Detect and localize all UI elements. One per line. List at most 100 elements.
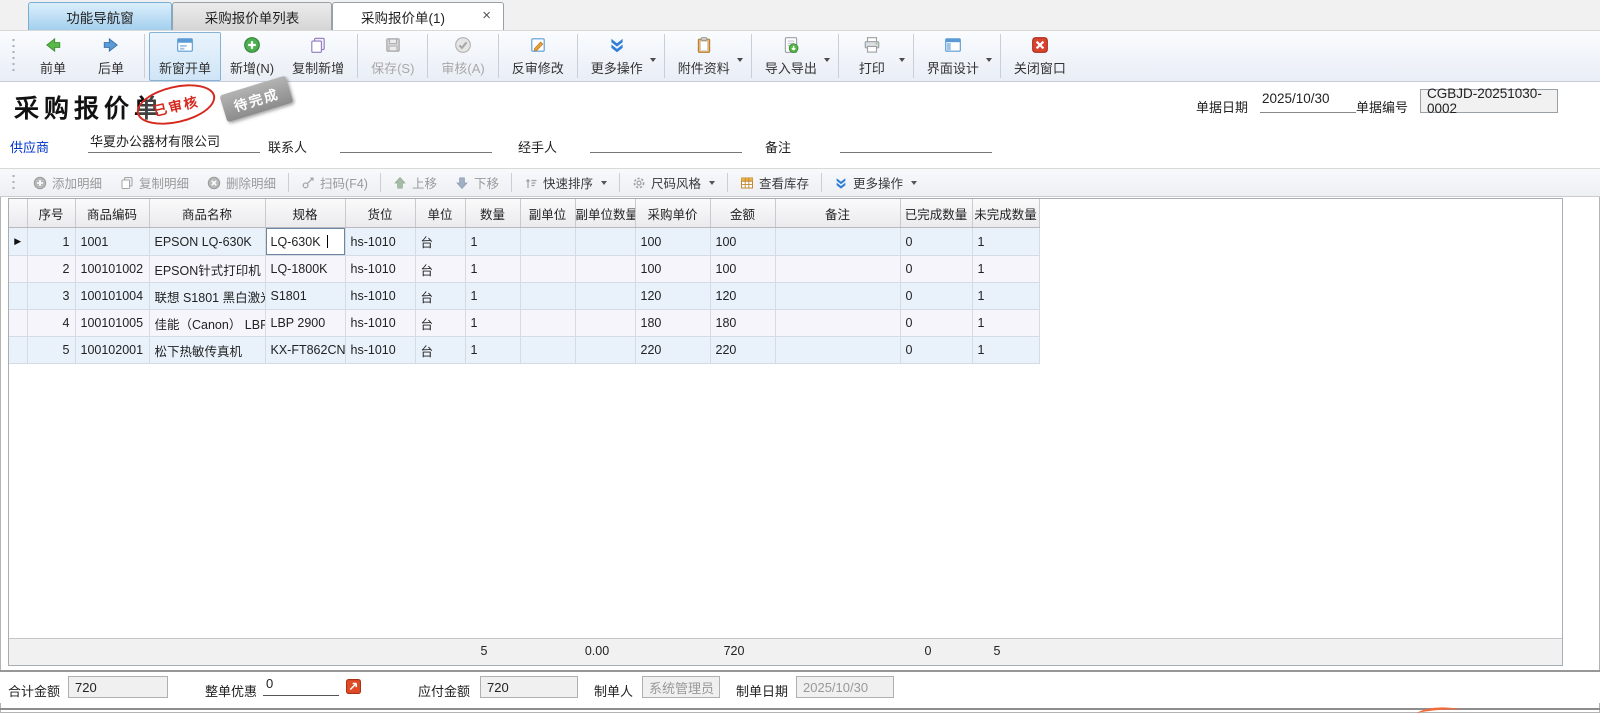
table-cell[interactable]: 100102001 [75, 337, 149, 364]
save-button[interactable]: 保存(S) [362, 33, 423, 80]
tab-quotation-doc[interactable]: 采购报价单(1) × [332, 2, 504, 30]
more-detail-actions-button[interactable]: 更多操作 [825, 171, 926, 194]
table-cell[interactable]: hs-1010 [345, 283, 415, 310]
column-header[interactable]: 序号 [27, 199, 75, 228]
quick-sort-button[interactable]: 快速排序 [515, 171, 616, 194]
table-cell[interactable] [775, 337, 900, 364]
row-selector[interactable] [9, 310, 27, 337]
table-cell[interactable]: EPSON针式打印机 [149, 256, 265, 283]
tab-quotation-list[interactable]: 采购报价单列表 [172, 2, 332, 30]
table-cell[interactable]: 1 [27, 228, 75, 256]
audit-button[interactable]: 审核(A) [432, 33, 493, 80]
table-cell[interactable]: 1 [465, 256, 520, 283]
column-header[interactable]: 商品编码 [75, 199, 149, 228]
table-cell[interactable]: 1 [465, 337, 520, 364]
copy-detail-button[interactable]: 复制明细 [111, 171, 198, 194]
table-cell[interactable]: hs-1010 [345, 228, 415, 256]
doc-date-input[interactable]: 2025/10/30 [1260, 91, 1356, 113]
table-cell[interactable]: 220 [635, 337, 710, 364]
print-button[interactable]: 打印 [843, 33, 909, 80]
table-cell[interactable] [575, 337, 635, 364]
table-cell[interactable]: 1 [972, 256, 1039, 283]
table-cell[interactable]: hs-1010 [345, 256, 415, 283]
table-cell[interactable]: hs-1010 [345, 310, 415, 337]
attachments-button[interactable]: 附件资料 [669, 33, 747, 80]
table-cell[interactable]: 100101005 [75, 310, 149, 337]
table-cell[interactable]: 联想 S1801 黑白激光 [149, 283, 265, 310]
supplier-input[interactable]: 华夏办公器材有限公司 [88, 131, 260, 153]
table-cell[interactable]: 1 [465, 310, 520, 337]
table-cell[interactable] [775, 310, 900, 337]
table-cell[interactable]: LQ-630K [265, 228, 345, 256]
column-header[interactable]: 备注 [775, 199, 900, 228]
toolbar-grip[interactable] [12, 173, 15, 193]
table-cell[interactable]: 100 [710, 256, 775, 283]
column-header[interactable]: 采购单价 [635, 199, 710, 228]
add-new-button[interactable]: 新增(N) [221, 33, 283, 80]
table-cell[interactable] [520, 283, 575, 310]
column-header[interactable]: 货位 [345, 199, 415, 228]
table-cell[interactable]: 100 [710, 228, 775, 256]
prev-doc-button[interactable]: 前单 [24, 33, 82, 80]
scan-code-button[interactable]: 扫码(F4) [292, 171, 377, 194]
table-cell[interactable]: 台 [415, 337, 465, 364]
add-detail-button[interactable]: 添加明细 [24, 171, 111, 194]
table-cell[interactable]: 台 [415, 310, 465, 337]
table-cell[interactable]: 0 [900, 283, 972, 310]
table-cell[interactable]: 1 [972, 283, 1039, 310]
table-cell[interactable]: 1 [465, 228, 520, 256]
table-cell[interactable]: hs-1010 [345, 337, 415, 364]
table-cell[interactable] [575, 310, 635, 337]
column-header[interactable]: 数量 [465, 199, 520, 228]
table-cell[interactable]: 5 [27, 337, 75, 364]
row-selector[interactable]: ▶ [9, 228, 27, 256]
table-cell[interactable]: 1 [972, 228, 1039, 256]
table-cell[interactable]: 1 [465, 283, 520, 310]
table-cell[interactable]: 120 [635, 283, 710, 310]
next-doc-button[interactable]: 后单 [82, 33, 140, 80]
table-cell[interactable] [575, 283, 635, 310]
order-discount-input[interactable]: 0 [263, 676, 339, 696]
table-cell[interactable]: 100 [635, 228, 710, 256]
table-cell[interactable]: 100 [635, 256, 710, 283]
table-cell[interactable]: KX-FT862CN [265, 337, 345, 364]
table-cell[interactable]: 180 [635, 310, 710, 337]
column-header[interactable]: 金额 [710, 199, 775, 228]
column-header[interactable]: 副单位数量 [575, 199, 635, 228]
table-cell[interactable] [520, 256, 575, 283]
close-tab-icon[interactable]: × [482, 7, 491, 24]
toolbar-grip[interactable] [12, 37, 15, 75]
table-cell[interactable]: 100101004 [75, 283, 149, 310]
remark-input[interactable] [840, 131, 992, 153]
new-window-open-button[interactable]: 新窗开单 [149, 32, 221, 81]
table-cell[interactable]: 0 [900, 310, 972, 337]
quick-discount-icon[interactable] [346, 679, 361, 699]
table-cell[interactable] [520, 337, 575, 364]
more-actions-button[interactable]: 更多操作 [582, 33, 660, 80]
column-header[interactable]: 已完成数量 [900, 199, 972, 228]
size-style-button[interactable]: 尺码风格 [623, 171, 724, 194]
table-cell[interactable]: 120 [710, 283, 775, 310]
table-cell[interactable] [520, 228, 575, 256]
table-cell[interactable]: 2 [27, 256, 75, 283]
tab-function-nav[interactable]: 功能导航窗 [28, 2, 172, 30]
import-export-button[interactable]: 导入导出 [756, 33, 834, 80]
table-cell[interactable]: 台 [415, 256, 465, 283]
table-cell[interactable]: 220 [710, 337, 775, 364]
table-cell[interactable] [520, 310, 575, 337]
table-cell[interactable]: 3 [27, 283, 75, 310]
table-cell[interactable]: 180 [710, 310, 775, 337]
table-cell[interactable]: S1801 [265, 283, 345, 310]
column-header[interactable]: 未完成数量 [972, 199, 1039, 228]
close-window-button[interactable]: 关闭窗口 [1005, 33, 1075, 80]
table-cell[interactable]: 台 [415, 228, 465, 256]
delete-detail-button[interactable]: 删除明细 [198, 171, 285, 194]
column-header[interactable]: 副单位 [520, 199, 575, 228]
copy-add-button[interactable]: 复制新增 [283, 33, 353, 80]
table-cell[interactable]: 0 [900, 337, 972, 364]
table-cell[interactable]: 松下热敏传真机 [149, 337, 265, 364]
table-cell[interactable]: 1 [972, 310, 1039, 337]
row-selector[interactable] [9, 337, 27, 364]
column-header[interactable]: 商品名称 [149, 199, 265, 228]
handler-input[interactable] [590, 131, 742, 153]
